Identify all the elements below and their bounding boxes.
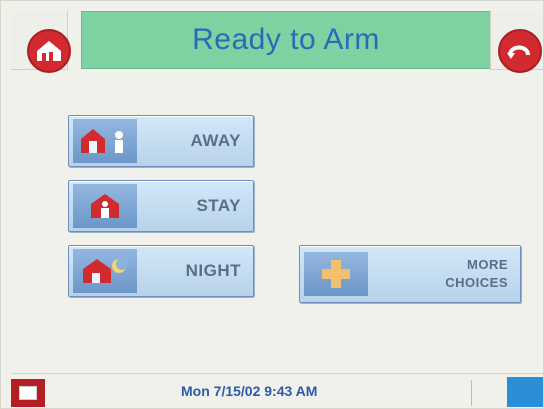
more-choices-label: MORE CHOICES [368,256,520,292]
datetime-display: Mon 7/15/02 9:43 AM [181,383,318,399]
footer-divider [471,380,472,406]
return-glyph-icon [507,45,530,59]
away-button[interactable]: AWAY [68,115,254,167]
house-person-icon [73,119,137,163]
stay-button[interactable]: STAY [68,180,254,232]
footer-bar: Mon 7/15/02 9:43 AM [11,373,543,408]
status-bar: Ready to Arm [81,11,491,69]
more-choices-line1: MORE [467,257,508,272]
plus-icon [304,252,368,296]
keypad-screen: Ready to Arm AWAY STAY NIGHT MORE CHOICE… [0,0,544,409]
page-title: Ready to Arm [192,23,380,56]
house-moon-icon [73,249,137,293]
message-icon[interactable] [507,377,543,407]
house-glyph-icon [37,41,61,61]
away-label: AWAY [190,131,241,150]
home-icon[interactable] [27,29,71,73]
house-inside-icon [73,184,137,228]
edit-icon[interactable] [11,379,45,407]
stay-label: STAY [196,196,241,215]
back-panel[interactable] [490,11,543,73]
return-icon[interactable] [498,29,542,73]
edit-box-icon [19,386,37,400]
more-choices-button[interactable]: MORE CHOICES [299,245,521,303]
night-button[interactable]: NIGHT [68,245,254,297]
more-choices-line2: CHOICES [445,275,508,290]
night-label: NIGHT [185,261,241,280]
home-panel[interactable] [11,11,71,73]
